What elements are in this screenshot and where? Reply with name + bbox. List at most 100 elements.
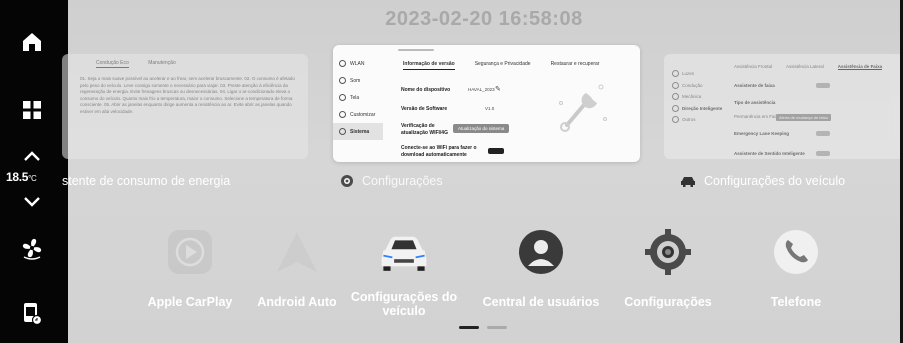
tab-lane-assist[interactable]: Assistência de Faixa: [837, 64, 883, 70]
dock-label-vehicle-settings: Configurações do veículo: [350, 290, 458, 318]
settings-caption[interactable]: Configurações: [340, 174, 443, 188]
dock-phone[interactable]: [741, 226, 851, 278]
customize-icon: [339, 111, 346, 118]
energy-tips-text: 01. Seja o mais suave possível ao aceler…: [80, 76, 295, 114]
tab-front-assist[interactable]: Assistência Frontal: [734, 64, 772, 70]
wifi-icon: [339, 60, 346, 67]
option-lane-change-alert[interactable]: Alerta de mudança de faixa: [776, 114, 831, 121]
speaker-icon: [339, 77, 346, 84]
energy-assistant-caption[interactable]: stente de consumo de energia: [62, 174, 230, 188]
vehicle-settings-card[interactable]: Luzes Condução Mecânica Direção Intelige…: [664, 54, 903, 159]
device-name-label: Nome do dispositivo: [401, 87, 451, 93]
sidebar-item-others[interactable]: Outros: [672, 114, 722, 126]
user-icon: [515, 226, 567, 278]
dock-apple-carplay[interactable]: [135, 226, 245, 278]
sidebar-item-display[interactable]: Tela: [333, 89, 383, 106]
emergency-lane-keeping-toggle[interactable]: [816, 131, 830, 136]
sidebar-item-label: Customizar: [350, 111, 376, 118]
tab-security-privacy[interactable]: Segurança e Privacidade: [475, 61, 531, 70]
smart-direction-assist-label: Assistente de Sentido Inteligente: [734, 151, 805, 156]
home-icon[interactable]: [14, 24, 50, 60]
screen: 18.5°C 2023-02-20 16:58:08 Condução Eco …: [0, 0, 903, 343]
tab-side-assist[interactable]: Assistência Lateral: [786, 64, 824, 70]
vehicle-tabs: Assistência Frontal Assistência Lateral …: [734, 64, 883, 70]
page-indicator: [459, 326, 507, 329]
car-icon: [378, 226, 430, 278]
sidebar-item-wlan[interactable]: WLAN: [333, 55, 383, 72]
lane-assist-toggle[interactable]: [816, 83, 830, 88]
caption-label: stente de consumo de energia: [62, 174, 231, 188]
display-icon: [339, 94, 346, 101]
temperature-down-icon[interactable]: [14, 184, 50, 220]
tab-version-info[interactable]: Informação de versão: [403, 61, 455, 70]
wifi-download-toggle[interactable]: [488, 148, 504, 154]
dock-label-user-center: Central de usuários: [482, 295, 600, 309]
emergency-lane-keeping-label: Emergency Lane Keeping: [734, 131, 790, 136]
dock-android-auto[interactable]: [242, 226, 352, 278]
fan-icon[interactable]: [14, 230, 50, 266]
update-check-label: Verificação de atualização WIFI/4G: [401, 123, 448, 136]
dock-vehicle-settings[interactable]: [349, 226, 459, 278]
sidebar-item-system[interactable]: Sistema: [333, 123, 383, 140]
software-version-value: V1.0: [485, 106, 495, 111]
smart-direction-assist-toggle[interactable]: [816, 151, 830, 156]
sidebar-item-label: Direção Inteligente: [682, 105, 723, 111]
dock-label-phone: Telefone: [770, 295, 822, 309]
settings-card[interactable]: WLAN Som Tela Customizar Sistema Informa…: [333, 45, 640, 162]
page-dot-1[interactable]: [459, 326, 479, 329]
dock-settings[interactable]: [613, 226, 723, 278]
light-icon: [672, 70, 679, 78]
sidebar-item-label: Condução: [682, 82, 703, 88]
option-lane-keep[interactable]: Permanência em Faixa: [734, 114, 780, 119]
sidebar-item-label: WLAN: [350, 60, 365, 67]
sidebar-item-lights[interactable]: Luzes: [672, 68, 722, 80]
lane-assist-label: Assistente de faixa: [734, 83, 775, 88]
android-auto-icon: [271, 226, 323, 278]
system-update-button[interactable]: Atualização do sistema: [453, 124, 510, 133]
vehicle-icon: [681, 177, 695, 187]
steering-icon: [672, 81, 679, 89]
tab-eco-driving[interactable]: Condução Eco: [96, 60, 129, 68]
sidebar-item-sound[interactable]: Som: [333, 72, 383, 89]
software-version-label: Versão de Software: [401, 106, 448, 112]
sidebar-item-smart-driving[interactable]: Direção Inteligente: [672, 103, 722, 115]
vehicle-sidebar: Luzes Condução Mecânica Direção Intelige…: [672, 68, 722, 126]
left-sidebar: 18.5°C: [0, 0, 68, 343]
apps-grid-icon[interactable]: [14, 92, 50, 128]
wifi-download-label: Conecte-se ao WiFi para fazer o download…: [401, 145, 477, 158]
settings-gear-icon: [341, 175, 353, 187]
sidebar-item-label: Sistema: [350, 128, 370, 135]
mechanics-icon: [672, 93, 679, 101]
settings-sidebar: WLAN Som Tela Customizar Sistema: [333, 55, 383, 140]
device-name-value: HAVAL_2023: [468, 87, 495, 92]
tab-maintenance[interactable]: Manutenção: [148, 60, 176, 66]
datetime-display: 2023-02-20 16:58:08: [385, 8, 583, 30]
system-icon: [339, 128, 346, 135]
page-dot-2[interactable]: [487, 326, 507, 329]
sidebar-item-label: Som: [350, 77, 361, 84]
sidebar-item-driving[interactable]: Condução: [672, 80, 722, 92]
caption-label: Configurações: [362, 174, 443, 188]
main-area: 2023-02-20 16:58:08 Condução Eco Manuten…: [62, 0, 903, 343]
sidebar-item-label: Luzes: [682, 71, 695, 77]
card-handle: [398, 49, 434, 51]
temperature-value: 18.5: [6, 170, 29, 184]
sidebar-item-label: Tela: [350, 94, 360, 101]
temperature-display: 18.5°C: [6, 170, 37, 184]
phone-card-icon[interactable]: [14, 296, 50, 332]
sidebar-item-customize[interactable]: Customizar: [333, 106, 383, 123]
sidebar-item-label: Outros: [682, 117, 696, 123]
assist-type-label: Tipo de assistência: [734, 100, 776, 105]
edit-icon[interactable]: ✎: [495, 85, 501, 93]
temperature-up-icon[interactable]: [14, 138, 50, 174]
dock-user-center[interactable]: [486, 226, 596, 278]
tab-restore[interactable]: Restaurar e recuperar: [551, 61, 600, 70]
gear-icon: [642, 226, 694, 278]
temperature-unit: °C: [28, 174, 37, 183]
dock-label-settings: Configurações: [624, 295, 712, 309]
settings-tabs: Informação de versão Segurança e Privaci…: [403, 61, 599, 70]
smart-driving-icon: [672, 104, 679, 112]
vehicle-settings-caption[interactable]: Configurações do veículo: [680, 174, 845, 188]
sidebar-item-mechanics[interactable]: Mecânica: [672, 91, 722, 103]
energy-assistant-card[interactable]: Condução Eco Manutenção 01. Seja o mais …: [62, 54, 308, 159]
